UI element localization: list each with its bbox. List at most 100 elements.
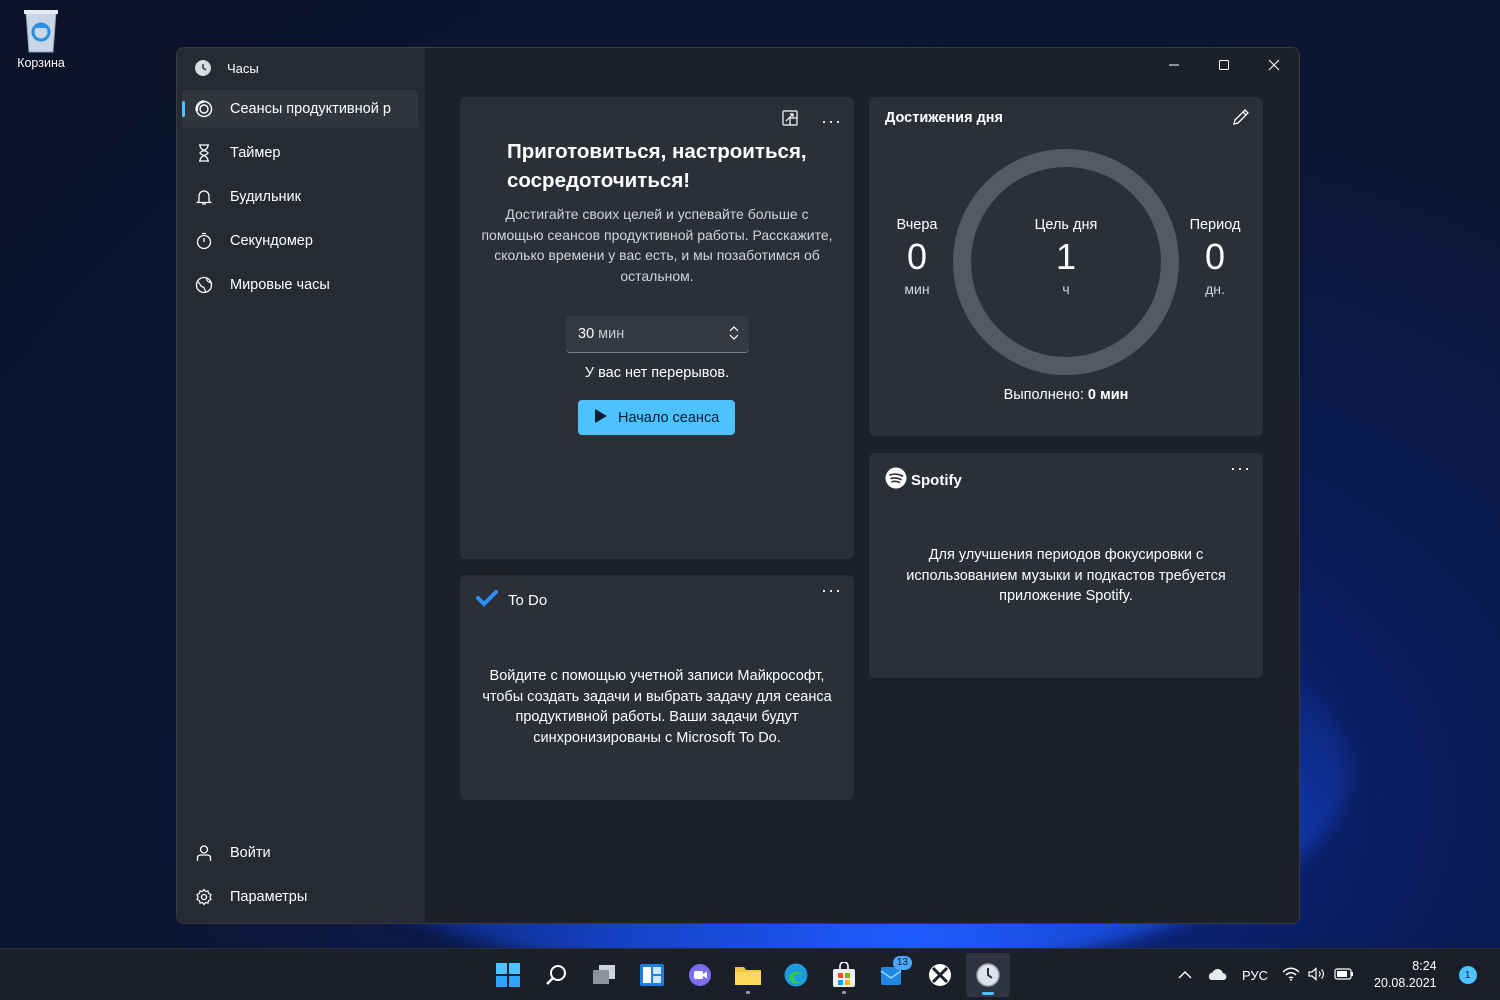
- taskbar: 13 РУС 8:24 20.08.2021 1: [0, 948, 1500, 1000]
- main-content: ··· Приготовиться, настроиться, сосредот…: [425, 48, 1299, 923]
- stopwatch-icon: [194, 231, 214, 251]
- play-icon: [594, 408, 608, 428]
- clock-app-window: Часы Сеансы продуктивной р Таймер Будиль…: [176, 47, 1300, 924]
- wifi-icon: [1282, 967, 1300, 984]
- todo-check-icon: [476, 589, 498, 611]
- close-icon: [1268, 59, 1280, 71]
- clock-app-button[interactable]: [966, 953, 1010, 997]
- streak-stat: Период 0 дн.: [1183, 217, 1247, 297]
- more-options-icon[interactable]: ···: [821, 581, 842, 599]
- recycle-bin-shortcut[interactable]: Корзина: [10, 6, 72, 70]
- task-view-button[interactable]: [582, 953, 626, 997]
- start-session-button[interactable]: Начало сеанса: [578, 400, 735, 435]
- spotify-logo: Spotify: [885, 467, 962, 493]
- sidebar-item-world-clock[interactable]: Мировые часы: [182, 266, 418, 304]
- taskbar-clock[interactable]: 8:24 20.08.2021: [1374, 958, 1437, 992]
- widgets-icon: [640, 964, 664, 986]
- sign-in-label: Войти: [230, 845, 271, 861]
- edge-button[interactable]: [774, 953, 818, 997]
- sidebar-item-label: Мировые часы: [230, 277, 330, 293]
- focus-title: Приготовиться, настроиться, сосредоточит…: [507, 140, 807, 192]
- file-explorer-button[interactable]: [726, 953, 770, 997]
- running-indicator: [842, 991, 846, 994]
- sidebar-bottom-nav: Войти Параметры: [182, 834, 418, 922]
- maximize-icon: [1219, 60, 1229, 70]
- xbox-button[interactable]: [918, 953, 962, 997]
- todo-card: To Do ··· Войдите с помощью учетной запи…: [460, 575, 854, 800]
- sidebar: Часы Сеансы продуктивной р Таймер Будиль…: [177, 48, 425, 923]
- sidebar-item-label: Сеансы продуктивной р: [230, 101, 391, 117]
- teams-chat-icon: [689, 964, 711, 986]
- settings-button[interactable]: Параметры: [182, 878, 418, 916]
- daily-goal-value: 1: [1055, 236, 1077, 277]
- sidebar-item-label: Таймер: [230, 145, 281, 161]
- sidebar-item-alarm[interactable]: Будильник: [182, 178, 418, 216]
- search-icon: [546, 965, 566, 985]
- completed-value: 0 мин: [1087, 387, 1129, 403]
- input-language[interactable]: РУС: [1242, 968, 1268, 983]
- sidebar-item-label: Секундомер: [230, 233, 313, 249]
- focus-session-card: ··· Приготовиться, настроиться, сосредот…: [460, 97, 854, 559]
- chat-button[interactable]: [678, 953, 722, 997]
- sidebar-item-stopwatch[interactable]: Секундомер: [182, 222, 418, 260]
- todo-card-header: To Do: [476, 589, 547, 611]
- yesterday-unit: мин: [904, 281, 930, 297]
- sign-in-button[interactable]: Войти: [182, 834, 418, 872]
- person-icon: [194, 843, 214, 863]
- todo-card-actions: ···: [821, 581, 842, 599]
- yesterday-value: 0: [906, 236, 928, 277]
- folder-icon: [735, 967, 761, 985]
- onedrive-cloud-icon[interactable]: [1206, 967, 1228, 984]
- running-indicator: [746, 991, 750, 994]
- battery-icon: [1334, 967, 1354, 983]
- widgets-button[interactable]: [630, 953, 674, 997]
- show-hidden-icons-chevron-icon[interactable]: [1178, 968, 1192, 983]
- hourglass-icon: [194, 143, 214, 163]
- globe-icon: [194, 275, 214, 295]
- daily-goal-label: Цель дня: [1034, 217, 1098, 233]
- daily-progress-card: Достижения дня Вчера 0 мин Цель дня 1 ч …: [869, 97, 1263, 436]
- duration-selector[interactable]: 30 мин: [566, 316, 749, 353]
- store-button[interactable]: [822, 953, 866, 997]
- up-down-chevron-icon[interactable]: [728, 325, 740, 345]
- maximize-button[interactable]: [1199, 48, 1249, 82]
- clock-app-icon: [195, 60, 211, 76]
- sidebar-item-label: Будильник: [230, 189, 301, 205]
- spotify-card: Spotify ··· Для улучшения периодов фокус…: [869, 453, 1263, 678]
- yesterday-stat: Вчера 0 мин: [887, 217, 947, 297]
- recycle-bin-label: Корзина: [17, 56, 65, 70]
- duration-unit: мин: [598, 326, 625, 342]
- daily-goal-unit: ч: [1062, 281, 1070, 297]
- daily-progress-title: Достижения дня: [885, 110, 1003, 126]
- app-title-bar: Часы: [195, 58, 259, 78]
- sidebar-item-timer[interactable]: Таймер: [182, 134, 418, 172]
- more-options-icon[interactable]: ···: [821, 112, 842, 130]
- focus-card-actions: ···: [781, 109, 842, 132]
- breaks-info: У вас нет перерывов.: [584, 365, 730, 381]
- start-button[interactable]: [486, 953, 530, 997]
- compact-overlay-icon[interactable]: [781, 109, 799, 132]
- sidebar-item-focus-sessions[interactable]: Сеансы продуктивной р: [182, 90, 418, 128]
- bell-icon: [194, 187, 214, 207]
- spotify-card-header: Spotify: [885, 467, 962, 493]
- taskbar-apps: 13: [486, 953, 1010, 997]
- system-tray: РУС 8:24 20.08.2021 1: [1178, 949, 1477, 1000]
- completed-summary: Выполнено: 0 мин: [869, 387, 1263, 403]
- minimize-button[interactable]: [1149, 48, 1199, 82]
- edit-pencil-icon[interactable]: [1231, 107, 1251, 132]
- search-button[interactable]: [534, 953, 578, 997]
- streak-label: Период: [1189, 217, 1241, 233]
- xbox-icon: [929, 964, 951, 986]
- mail-button[interactable]: 13: [870, 953, 914, 997]
- quick-settings-button[interactable]: [1282, 966, 1354, 984]
- notification-badge[interactable]: 1: [1458, 966, 1477, 984]
- task-view-icon: [593, 965, 615, 984]
- close-button[interactable]: [1249, 48, 1299, 82]
- window-caption-buttons: [1149, 48, 1299, 82]
- daily-goal-stat: Цель дня 1 ч: [1016, 217, 1116, 297]
- more-options-icon[interactable]: ···: [1230, 459, 1251, 477]
- todo-title: To Do: [508, 591, 548, 609]
- streak-unit: дн.: [1205, 281, 1225, 297]
- edge-browser-icon: [784, 963, 808, 987]
- spotify-icon: [885, 467, 907, 493]
